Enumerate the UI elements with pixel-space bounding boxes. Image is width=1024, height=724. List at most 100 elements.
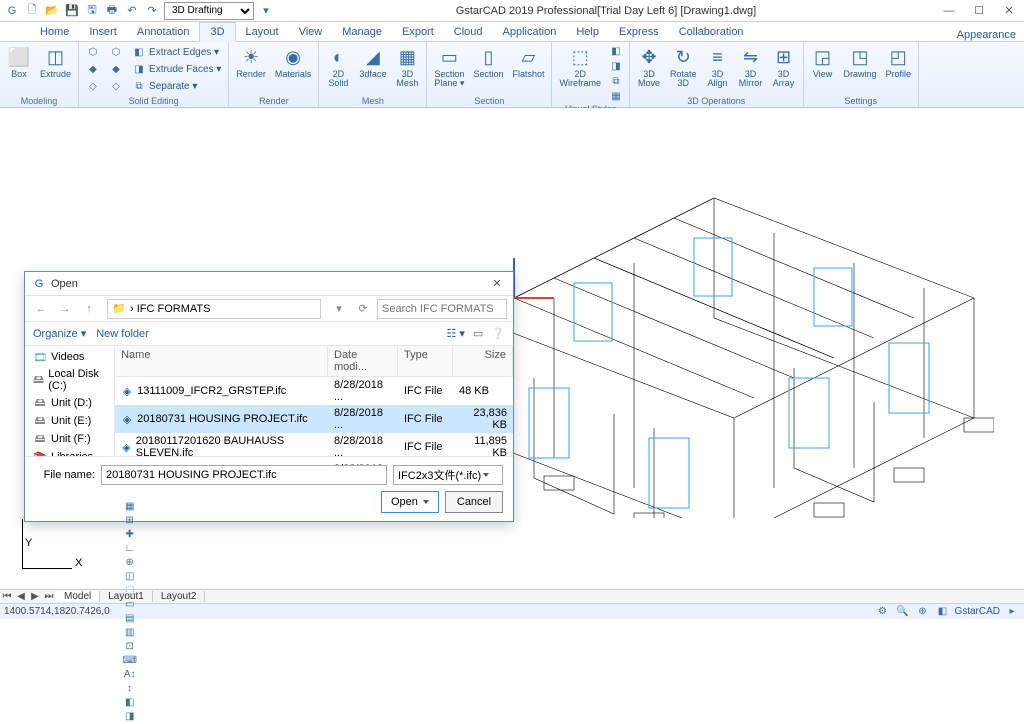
workspace-dropdown[interactable]: 3D Drafting bbox=[164, 2, 254, 20]
status-toggle[interactable]: ◧ bbox=[122, 696, 138, 710]
ribbon-button-rotate-3d[interactable]: ↻Rotate 3D bbox=[667, 44, 700, 89]
ribbon-button-view[interactable]: ◲View bbox=[808, 44, 838, 80]
tab-help[interactable]: Help bbox=[566, 23, 609, 41]
ribbon-button-3d-mirror[interactable]: ⇋3D Mirror bbox=[736, 44, 766, 89]
sidebar-item-unit-e-[interactable]: 🖴Unit (E:) bbox=[25, 412, 114, 430]
search-input[interactable] bbox=[377, 299, 507, 319]
tab-view[interactable]: View bbox=[289, 23, 333, 41]
ribbon-button-flatshot[interactable]: ▱Flatshot bbox=[509, 44, 547, 80]
tab-nav-button[interactable]: ⏮ bbox=[0, 591, 14, 602]
ribbon-button-extract[interactable]: ◧Extract Edges ▾ bbox=[129, 44, 224, 60]
status-icon[interactable]: 🔍 bbox=[894, 605, 910, 619]
tab-nav-button[interactable]: ▶ bbox=[28, 591, 42, 602]
nav-refresh-button[interactable]: ⟳ bbox=[353, 299, 373, 319]
cancel-button[interactable]: Cancel bbox=[445, 491, 503, 513]
open-button[interactable]: Open bbox=[381, 491, 439, 513]
layout-tab-model[interactable]: Model bbox=[56, 591, 100, 602]
file-row[interactable]: ◈20180731 HOUSING PROJECT.ifc8/28/2018 .… bbox=[115, 405, 513, 433]
drawing-canvas[interactable]: Y X G Open ✕ ← → ↑ 📁 › IFC FORMATS ▾ ⟳ O… bbox=[0, 108, 1024, 589]
ribbon-button-3dface[interactable]: ◢3dface bbox=[356, 44, 389, 80]
status-toggle[interactable]: ⌨ bbox=[122, 654, 138, 668]
tab-insert[interactable]: Insert bbox=[79, 23, 127, 41]
ribbon-button-box[interactable]: ⬜Box bbox=[4, 44, 34, 80]
file-list-header[interactable]: Name Date modi... Type Size bbox=[115, 346, 513, 377]
ribbon-button-3d-mesh[interactable]: ▦3D Mesh bbox=[392, 44, 422, 89]
tab-export[interactable]: Export bbox=[392, 23, 444, 41]
tab-cloud[interactable]: Cloud bbox=[444, 23, 493, 41]
nav-dropdown-button[interactable]: ▾ bbox=[329, 299, 349, 319]
newfolder-button[interactable]: New folder bbox=[96, 328, 149, 340]
undo-icon[interactable]: ↶ bbox=[124, 3, 140, 19]
nav-up-button[interactable]: ↑ bbox=[79, 299, 99, 319]
ribbon-small-icon[interactable]: ◇ bbox=[106, 78, 126, 94]
header-type[interactable]: Type bbox=[398, 346, 453, 376]
sidebar-item-local-disk-c-[interactable]: 🖴Local Disk (C:) bbox=[25, 366, 114, 394]
redo-icon[interactable]: ↷ bbox=[144, 3, 160, 19]
ribbon-button-3d-array[interactable]: ⊞3D Array bbox=[769, 44, 799, 89]
preview-button[interactable]: ▭ bbox=[473, 327, 483, 340]
ribbon-button-section-plane-▾[interactable]: ▭Section Plane ▾ bbox=[431, 44, 467, 89]
tab-home[interactable]: Home bbox=[30, 23, 79, 41]
tab-manage[interactable]: Manage bbox=[332, 23, 392, 41]
status-toggle[interactable]: ∟ bbox=[122, 542, 138, 556]
sidebar-item-libraries[interactable]: 📚Libraries bbox=[25, 448, 114, 456]
status-expand-icon[interactable]: ▸ bbox=[1004, 605, 1020, 619]
organize-button[interactable]: Organize ▾ bbox=[33, 327, 86, 340]
view-mode-button[interactable]: ☷ ▾ bbox=[446, 327, 464, 340]
minimize-button[interactable]: — bbox=[934, 1, 964, 21]
saveall-icon[interactable]: 🖫 bbox=[84, 3, 100, 19]
tab-annotation[interactable]: Annotation bbox=[127, 23, 200, 41]
new-icon[interactable]: 🗋 bbox=[24, 3, 40, 19]
status-toggle[interactable]: ⊕ bbox=[122, 556, 138, 570]
file-row[interactable]: ◈20180117201620 BAUHAUSS SLEVEN.ifc8/28/… bbox=[115, 433, 513, 461]
status-icon[interactable]: ◧ bbox=[934, 605, 950, 619]
status-toggle[interactable]: ⊡ bbox=[122, 640, 138, 654]
status-toggle[interactable]: ↕ bbox=[122, 682, 138, 696]
appearance-link[interactable]: Appearance bbox=[957, 29, 1024, 41]
ribbon-small-icon[interactable]: ◆ bbox=[106, 61, 126, 77]
status-icon[interactable]: ⊕ bbox=[914, 605, 930, 619]
sidebar-item-videos[interactable]: 🎞Videos bbox=[25, 348, 114, 366]
status-toggle[interactable]: ◫ bbox=[122, 570, 138, 584]
status-toggle[interactable]: ✚ bbox=[122, 528, 138, 542]
ribbon-small-icon[interactable]: ⬡ bbox=[106, 44, 126, 60]
filetype-dropdown[interactable]: IFC2x3文件(*.ifc) bbox=[393, 465, 503, 485]
tab-express[interactable]: Express bbox=[609, 23, 669, 41]
ribbon-small-icon[interactable]: ▦ bbox=[607, 89, 625, 103]
ribbon-button-profile[interactable]: ◰Profile bbox=[883, 44, 915, 80]
help-icon[interactable]: ❔ bbox=[491, 327, 505, 340]
ribbon-small-icon[interactable]: ◧ bbox=[607, 44, 625, 58]
sidebar-item-unit-d-[interactable]: 🖴Unit (D:) bbox=[25, 394, 114, 412]
nav-forward-button[interactable]: → bbox=[55, 299, 75, 319]
ribbon-button-extrude[interactable]: ◫Extrude bbox=[37, 44, 74, 80]
qat-more-icon[interactable]: ▾ bbox=[258, 3, 274, 19]
file-row[interactable]: ◈13111009_IFCR2_GRSTEP.ifc8/28/2018 ...I… bbox=[115, 377, 513, 405]
ribbon-button-extrude[interactable]: ◨Extrude Faces ▾ bbox=[129, 61, 224, 77]
ribbon-small-button[interactable]: ⬡ bbox=[83, 44, 103, 60]
ribbon-small-button[interactable]: ◇ bbox=[83, 78, 103, 94]
ribbon-button-section[interactable]: ▯Section bbox=[470, 44, 506, 80]
print-icon[interactable]: 🖶 bbox=[104, 3, 120, 19]
maximize-button[interactable]: ☐ bbox=[964, 1, 994, 21]
app-icon[interactable]: G bbox=[4, 3, 20, 19]
ribbon-button-render[interactable]: ☀Render bbox=[233, 44, 269, 80]
tab-application[interactable]: Application bbox=[493, 23, 567, 41]
status-toggle[interactable]: ⬚ bbox=[122, 584, 138, 598]
status-toggle[interactable]: ▭ bbox=[122, 598, 138, 612]
header-date[interactable]: Date modi... bbox=[328, 346, 398, 376]
status-toggle[interactable]: ⊞ bbox=[122, 514, 138, 528]
ribbon-button-drawing[interactable]: ◳Drawing bbox=[841, 44, 880, 80]
dialog-titlebar[interactable]: G Open ✕ bbox=[25, 272, 513, 296]
status-toggle[interactable]: ◨ bbox=[122, 710, 138, 724]
sidebar-item-unit-f-[interactable]: 🖴Unit (F:) bbox=[25, 430, 114, 448]
dialog-close-button[interactable]: ✕ bbox=[487, 277, 507, 290]
ribbon-button-2d-wireframe[interactable]: ⬚2D Wireframe bbox=[556, 44, 604, 89]
header-name[interactable]: Name bbox=[115, 346, 328, 376]
tab-3d[interactable]: 3D bbox=[199, 22, 235, 42]
tab-layout[interactable]: Layout bbox=[236, 23, 289, 41]
tab-collaboration[interactable]: Collaboration bbox=[669, 23, 754, 41]
filename-input[interactable] bbox=[101, 465, 387, 485]
status-toggle[interactable]: ▦ bbox=[122, 500, 138, 514]
tab-nav-button[interactable]: ◀ bbox=[14, 591, 28, 602]
ribbon-small-icon[interactable]: ◨ bbox=[607, 59, 625, 73]
